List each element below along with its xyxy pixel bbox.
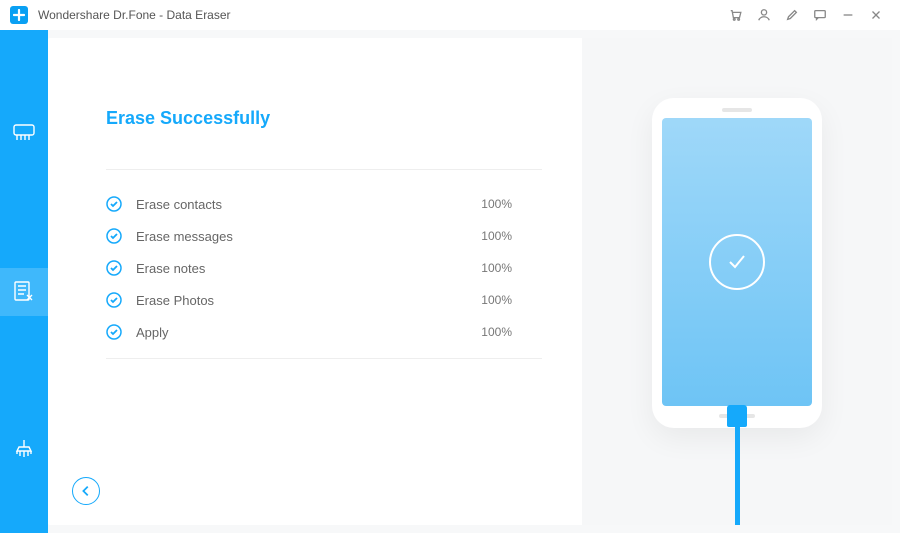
task-percent: 100% — [481, 261, 512, 275]
phone-screen — [662, 118, 812, 406]
sidebar — [0, 30, 48, 533]
task-label: Erase contacts — [136, 197, 481, 212]
success-check-icon — [709, 234, 765, 290]
task-label: Apply — [136, 325, 481, 340]
device-preview — [582, 38, 892, 525]
task-percent: 100% — [481, 325, 512, 339]
cart-icon[interactable] — [722, 1, 750, 29]
titlebar: Wondershare Dr.Fone - Data Eraser — [0, 0, 900, 30]
task-percent: 100% — [481, 293, 512, 307]
task-row: Erase contacts 100% — [106, 188, 542, 220]
results-pane: Erase Successfully Erase contacts 100% E… — [48, 38, 582, 525]
content-card: Erase Successfully Erase contacts 100% E… — [48, 38, 892, 525]
task-row: Erase Photos 100% — [106, 284, 542, 316]
minimize-button[interactable] — [834, 1, 862, 29]
window-title: Wondershare Dr.Fone - Data Eraser — [38, 8, 231, 22]
task-percent: 100% — [481, 197, 512, 211]
usb-plug — [727, 405, 747, 427]
task-row: Erase messages 100% — [106, 220, 542, 252]
task-row: Erase notes 100% — [106, 252, 542, 284]
nav-erase-data[interactable] — [0, 268, 48, 316]
check-icon — [106, 196, 122, 212]
check-icon — [106, 228, 122, 244]
nav-shredder[interactable] — [0, 110, 48, 158]
close-button[interactable] — [862, 1, 890, 29]
task-label: Erase notes — [136, 261, 481, 276]
app-logo — [10, 6, 28, 24]
main-area: Erase Successfully Erase contacts 100% E… — [48, 30, 900, 533]
feedback-icon[interactable] — [806, 1, 834, 29]
phone-illustration — [652, 98, 822, 428]
usb-wire — [735, 427, 740, 525]
nav-cleanup[interactable] — [0, 426, 48, 474]
check-icon — [106, 260, 122, 276]
task-list: Erase contacts 100% Erase messages 100% … — [106, 188, 542, 348]
page-title: Erase Successfully — [106, 108, 542, 129]
check-icon — [106, 324, 122, 340]
usb-cable — [726, 405, 748, 525]
task-percent: 100% — [481, 229, 512, 243]
check-icon — [106, 292, 122, 308]
task-row: Apply 100% — [106, 316, 542, 348]
phone-earpiece — [722, 108, 752, 112]
user-icon[interactable] — [750, 1, 778, 29]
back-button[interactable] — [72, 477, 100, 505]
divider — [106, 358, 542, 359]
edit-icon[interactable] — [778, 1, 806, 29]
task-label: Erase messages — [136, 229, 481, 244]
task-label: Erase Photos — [136, 293, 481, 308]
divider — [106, 169, 542, 170]
